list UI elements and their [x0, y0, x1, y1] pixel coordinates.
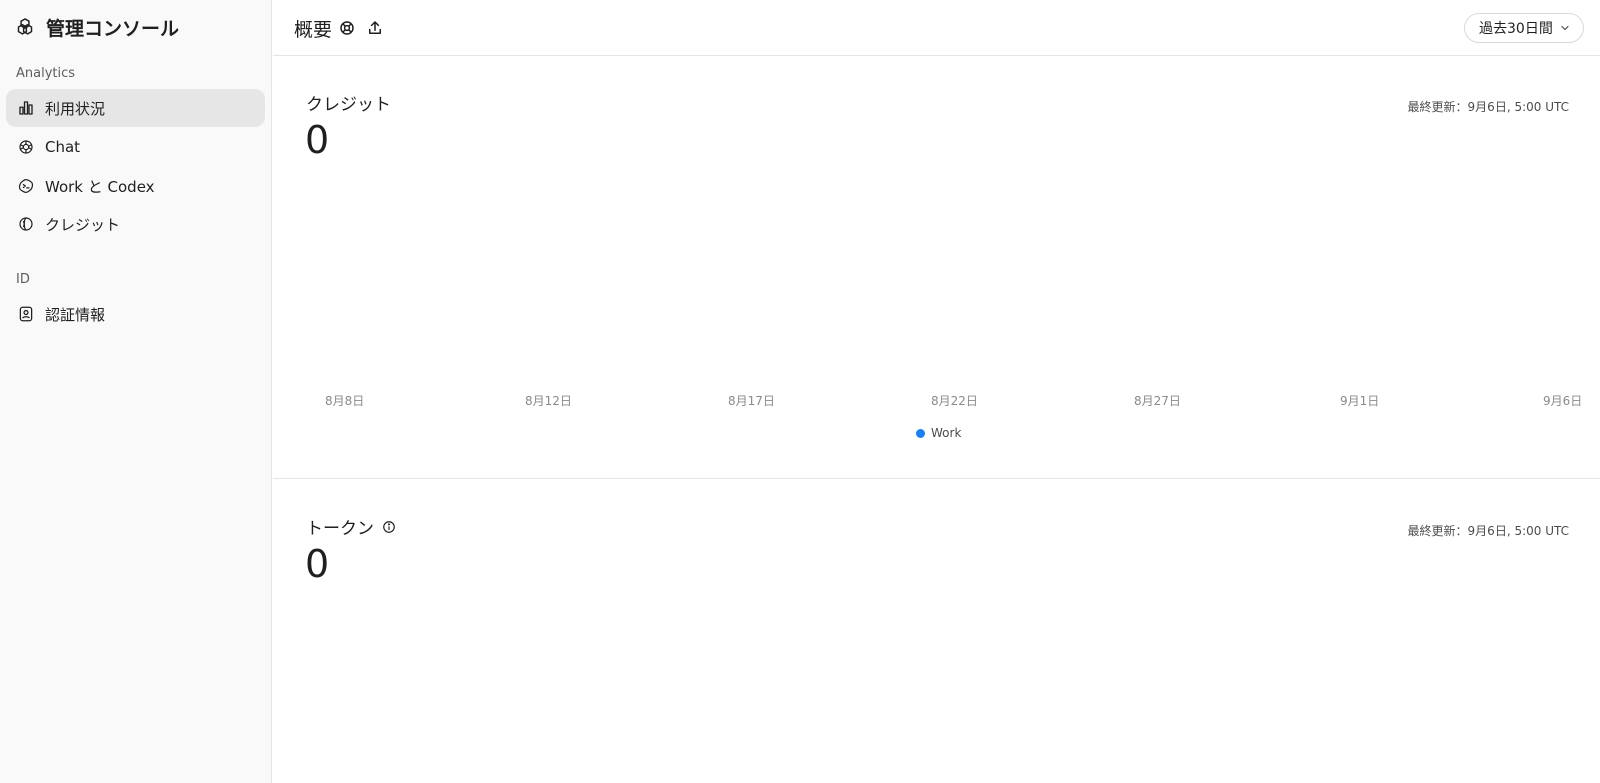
- top-bar: 概要 過去30日間: [273, 0, 1600, 56]
- sidebar-item-label: 認証情報: [45, 305, 106, 324]
- tokens-value: 0: [305, 542, 330, 586]
- x-tick-label: 9月1日: [1340, 394, 1380, 408]
- date-range-select[interactable]: 過去30日間: [1464, 13, 1584, 43]
- section-label-analytics: Analytics: [16, 66, 76, 81]
- sidebar-item-label: Chat: [45, 138, 81, 156]
- sidebar-item-label: Work と Codex: [45, 177, 155, 196]
- sidebar-item-credentials[interactable]: 認証情報: [6, 295, 265, 333]
- sidebar-item-label: クレジット: [45, 215, 121, 234]
- chart-legend[interactable]: Work: [916, 426, 961, 440]
- tokens-card: トークン 0 最終更新：9月6日, 5:00 UTC: [273, 480, 1600, 783]
- sidebar-item-chat[interactable]: Chat: [6, 128, 265, 166]
- export-icon[interactable]: [366, 19, 384, 37]
- legend-label-work: Work: [931, 426, 962, 440]
- brand-title: 管理コンソール: [46, 17, 180, 40]
- x-tick-label: 8月22日: [931, 394, 978, 408]
- tokens-updated: 最終更新：9月6日, 5:00 UTC: [1407, 524, 1569, 538]
- tokens-title-row: トークン: [306, 514, 396, 539]
- codex-icon: [18, 179, 34, 193]
- credits-value: 0: [305, 118, 330, 162]
- legend-dot-work: [916, 428, 925, 438]
- info-icon[interactable]: [382, 520, 396, 534]
- x-tick-label: 8月8日: [325, 394, 365, 408]
- id-badge-icon: [19, 306, 33, 322]
- tokens-title: トークン: [306, 519, 374, 539]
- x-tick-label: 9月6日: [1543, 394, 1583, 408]
- brand[interactable]: 管理コンソール: [14, 14, 179, 40]
- x-tick-label: 8月27日: [1134, 394, 1181, 408]
- sidebar-item-work-codex[interactable]: Work と Codex: [6, 167, 265, 205]
- chevron-down-icon: [1561, 25, 1569, 31]
- main-content: 概要 過去30日間 クレジット 0 最終更新：9月6日, 5:00 UTC 8月…: [273, 0, 1600, 783]
- x-tick-label: 8月17日: [728, 394, 775, 408]
- section-label-id: ID: [16, 272, 30, 287]
- bar-chart-icon: [19, 101, 33, 115]
- page-title: 概要: [294, 19, 333, 41]
- x-tick-label: 8月12日: [525, 394, 572, 408]
- date-range-label: 過去30日間: [1479, 21, 1553, 37]
- sidebar: 管理コンソール Analytics 利用状況 Chat Work と Codex…: [0, 0, 272, 783]
- openai-logo-icon: [17, 18, 33, 35]
- sidebar-item-label: 利用状況: [45, 99, 106, 118]
- help-lifebuoy-icon[interactable]: [338, 19, 356, 37]
- credits-updated: 最終更新：9月6日, 5:00 UTC: [1407, 100, 1569, 114]
- credits-title: クレジット: [306, 95, 391, 115]
- sidebar-item-usage[interactable]: 利用状況: [6, 89, 265, 127]
- credit-icon: [19, 217, 33, 231]
- credits-card: クレジット 0 最終更新：9月6日, 5:00 UTC 8月8日 8月12日 8月1…: [273, 56, 1600, 479]
- sidebar-item-credits[interactable]: クレジット: [6, 205, 265, 243]
- openai-logo-icon: [19, 140, 33, 154]
